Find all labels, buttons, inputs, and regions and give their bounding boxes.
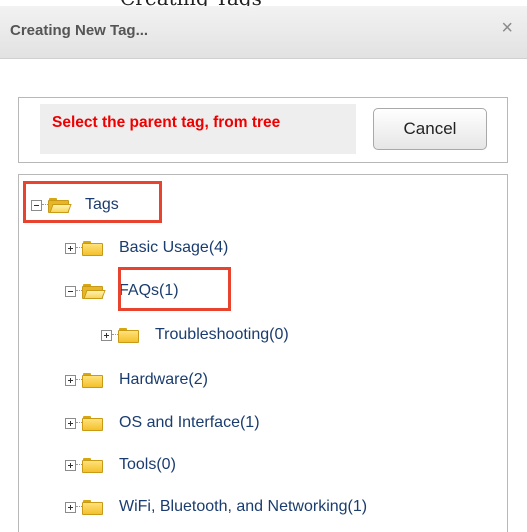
tree-node-tools[interactable]: Tools(0) <box>65 453 176 477</box>
tag-tree: Tags Basic Usage(4) FAQs(1) Troubleshoot… <box>18 174 508 532</box>
tree-node-label[interactable]: Tags <box>85 196 119 214</box>
expand-icon[interactable] <box>65 501 76 513</box>
tree-node-os-and-interface[interactable]: OS and Interface(1) <box>65 411 260 435</box>
collapse-icon[interactable] <box>65 285 76 297</box>
expand-icon[interactable] <box>101 329 112 341</box>
parent-tag-prompt: Select the parent tag, from tree Cancel <box>18 97 508 163</box>
expand-icon[interactable] <box>65 242 76 254</box>
folder-icon <box>82 415 103 431</box>
tree-node-label[interactable]: Troubleshooting(0) <box>155 326 289 344</box>
dialog-titlebar: Creating New Tag... × <box>0 6 527 59</box>
tree-node-troubleshooting[interactable]: Troubleshooting(0) <box>101 323 289 347</box>
folder-icon <box>82 240 103 256</box>
collapse-icon[interactable] <box>31 199 42 211</box>
open-folder-icon <box>82 283 106 299</box>
tree-node-basic-usage[interactable]: Basic Usage(4) <box>65 236 228 260</box>
folder-icon <box>118 327 139 343</box>
tree-node-label[interactable]: Hardware(2) <box>119 371 208 389</box>
open-folder-icon <box>48 197 72 213</box>
tree-node-label[interactable]: WiFi, Bluetooth, and Networking(1) <box>119 498 367 516</box>
tree-node-label[interactable]: Tools(0) <box>119 456 176 474</box>
close-icon[interactable]: × <box>501 18 513 38</box>
tree-node-faqs[interactable]: FAQs(1) <box>65 279 179 303</box>
folder-icon <box>82 457 103 473</box>
dialog-title: Creating New Tag... <box>10 22 149 39</box>
expand-icon[interactable] <box>65 459 76 471</box>
folder-icon <box>82 372 103 388</box>
expand-icon[interactable] <box>65 417 76 429</box>
expand-icon[interactable] <box>65 374 76 386</box>
cancel-button[interactable]: Cancel <box>373 108 487 150</box>
tree-node-label[interactable]: Basic Usage(4) <box>119 239 228 257</box>
tree-node-label[interactable]: OS and Interface(1) <box>119 414 260 432</box>
tree-node-tags[interactable]: Tags <box>31 193 119 217</box>
folder-icon <box>82 499 103 515</box>
create-tag-dialog: Creating New Tag... × Select the parent … <box>0 6 527 532</box>
tree-node-label[interactable]: FAQs(1) <box>119 282 179 300</box>
prompt-message: Select the parent tag, from tree <box>40 104 356 154</box>
tree-node-wifi-bluetooth-networking[interactable]: WiFi, Bluetooth, and Networking(1) <box>65 495 367 519</box>
tree-node-hardware[interactable]: Hardware(2) <box>65 368 208 392</box>
